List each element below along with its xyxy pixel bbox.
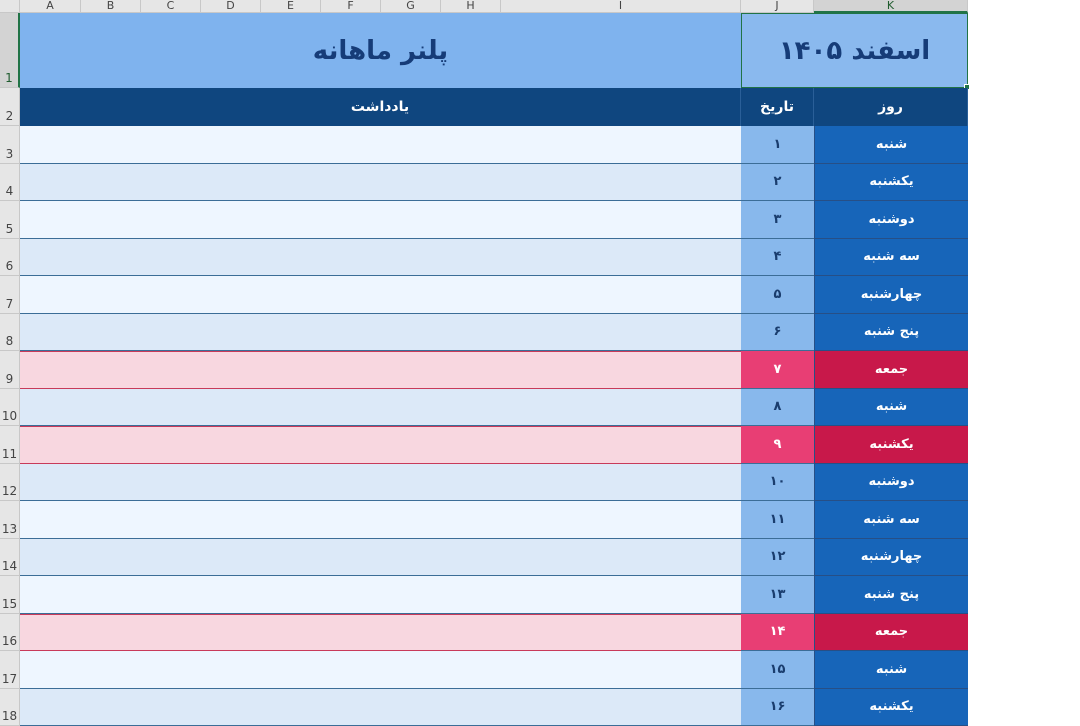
row-header[interactable]: 16 xyxy=(0,614,20,652)
date-cell[interactable]: ۴ xyxy=(741,239,814,277)
date-cell[interactable]: ۵ xyxy=(741,276,814,314)
day-cell[interactable]: پنج شنبه xyxy=(814,314,968,352)
column-header-b[interactable]: B xyxy=(81,0,141,13)
column-header-a[interactable]: A xyxy=(20,0,81,13)
day-cell[interactable]: شنبه xyxy=(814,126,968,164)
day-cell[interactable]: دوشنبه xyxy=(814,201,968,239)
note-cell[interactable] xyxy=(20,201,741,239)
row-header[interactable]: 9 xyxy=(0,351,20,389)
note-cell[interactable] xyxy=(20,239,741,277)
row-header[interactable]: 6 xyxy=(0,239,20,277)
day-cell[interactable]: یکشنبه xyxy=(814,164,968,202)
day-cell[interactable]: سه شنبه xyxy=(814,501,968,539)
day-cell[interactable]: چهارشنبه xyxy=(814,276,968,314)
row-header-1[interactable]: 1 xyxy=(0,13,20,88)
row-header[interactable]: 13 xyxy=(0,501,20,539)
row-header[interactable]: 7 xyxy=(0,276,20,314)
day-cell[interactable]: چهارشنبه xyxy=(814,539,968,577)
date-cell[interactable]: ۱۲ xyxy=(741,539,814,577)
note-cell[interactable] xyxy=(20,501,741,539)
note-cell[interactable] xyxy=(20,614,741,652)
row-header[interactable]: 3 xyxy=(0,126,20,164)
sheet-title[interactable]: پلنر ماهانه xyxy=(20,13,741,88)
row-header[interactable]: 4 xyxy=(0,164,20,202)
note-cell[interactable] xyxy=(20,126,741,164)
date-cell[interactable]: ۱۴ xyxy=(741,614,814,652)
day-cell[interactable]: سه شنبه xyxy=(814,239,968,277)
column-header-k[interactable]: K xyxy=(814,0,968,13)
date-cell[interactable]: ۱ xyxy=(741,126,814,164)
row-header-2[interactable]: 2 xyxy=(0,88,20,126)
date-cell[interactable]: ۲ xyxy=(741,164,814,202)
note-cell[interactable] xyxy=(20,389,741,427)
note-cell[interactable] xyxy=(20,164,741,202)
column-header-h[interactable]: H xyxy=(441,0,501,13)
note-cell[interactable] xyxy=(20,464,741,502)
header-day[interactable]: روز xyxy=(814,88,968,126)
column-header-e[interactable]: E xyxy=(261,0,321,13)
day-cell[interactable]: دوشنبه xyxy=(814,464,968,502)
day-cell[interactable]: یکشنبه xyxy=(814,689,968,726)
note-cell[interactable] xyxy=(20,576,741,614)
row-header[interactable]: 10 xyxy=(0,389,20,427)
note-cell[interactable] xyxy=(20,426,741,464)
row-header[interactable]: 18 xyxy=(0,689,20,726)
date-cell[interactable]: ۱۱ xyxy=(741,501,814,539)
row-header[interactable]: 5 xyxy=(0,201,20,239)
column-header-g[interactable]: G xyxy=(381,0,441,13)
row-header[interactable]: 14 xyxy=(0,539,20,577)
row-header[interactable]: 15 xyxy=(0,576,20,614)
row-header[interactable]: 17 xyxy=(0,651,20,689)
date-cell[interactable]: ۶ xyxy=(741,314,814,352)
header-note[interactable]: یادداشت xyxy=(20,88,741,126)
note-cell[interactable] xyxy=(20,689,741,726)
date-cell[interactable]: ۳ xyxy=(741,201,814,239)
date-cell[interactable]: ۱۶ xyxy=(741,689,814,726)
row-header[interactable]: 11 xyxy=(0,426,20,464)
day-cell[interactable]: جمعه xyxy=(814,351,968,389)
date-cell[interactable]: ۹ xyxy=(741,426,814,464)
day-cell[interactable]: شنبه xyxy=(814,389,968,427)
header-date[interactable]: تاریخ xyxy=(741,88,814,126)
day-cell[interactable]: شنبه xyxy=(814,651,968,689)
date-cell[interactable]: ۱۰ xyxy=(741,464,814,502)
column-header-c[interactable]: C xyxy=(141,0,201,13)
note-cell[interactable] xyxy=(20,314,741,352)
note-cell[interactable] xyxy=(20,651,741,689)
day-cell[interactable]: یکشنبه xyxy=(814,426,968,464)
note-cell[interactable] xyxy=(20,276,741,314)
date-cell[interactable]: ۸ xyxy=(741,389,814,427)
date-cell[interactable]: ۷ xyxy=(741,351,814,389)
column-header-i[interactable]: I xyxy=(501,0,741,13)
note-cell[interactable] xyxy=(20,539,741,577)
select-all-corner[interactable] xyxy=(0,0,20,13)
column-header-d[interactable]: D xyxy=(201,0,261,13)
date-cell[interactable]: ۱۵ xyxy=(741,651,814,689)
column-header-f[interactable]: F xyxy=(321,0,381,13)
day-cell[interactable]: جمعه xyxy=(814,614,968,652)
month-title-cell[interactable]: اسفند ۱۴۰۵ xyxy=(741,13,968,88)
date-cell[interactable]: ۱۳ xyxy=(741,576,814,614)
note-cell[interactable] xyxy=(20,351,741,389)
column-header-j[interactable]: J xyxy=(741,0,814,13)
day-cell[interactable]: پنج شنبه xyxy=(814,576,968,614)
row-header[interactable]: 8 xyxy=(0,314,20,352)
row-header[interactable]: 12 xyxy=(0,464,20,502)
